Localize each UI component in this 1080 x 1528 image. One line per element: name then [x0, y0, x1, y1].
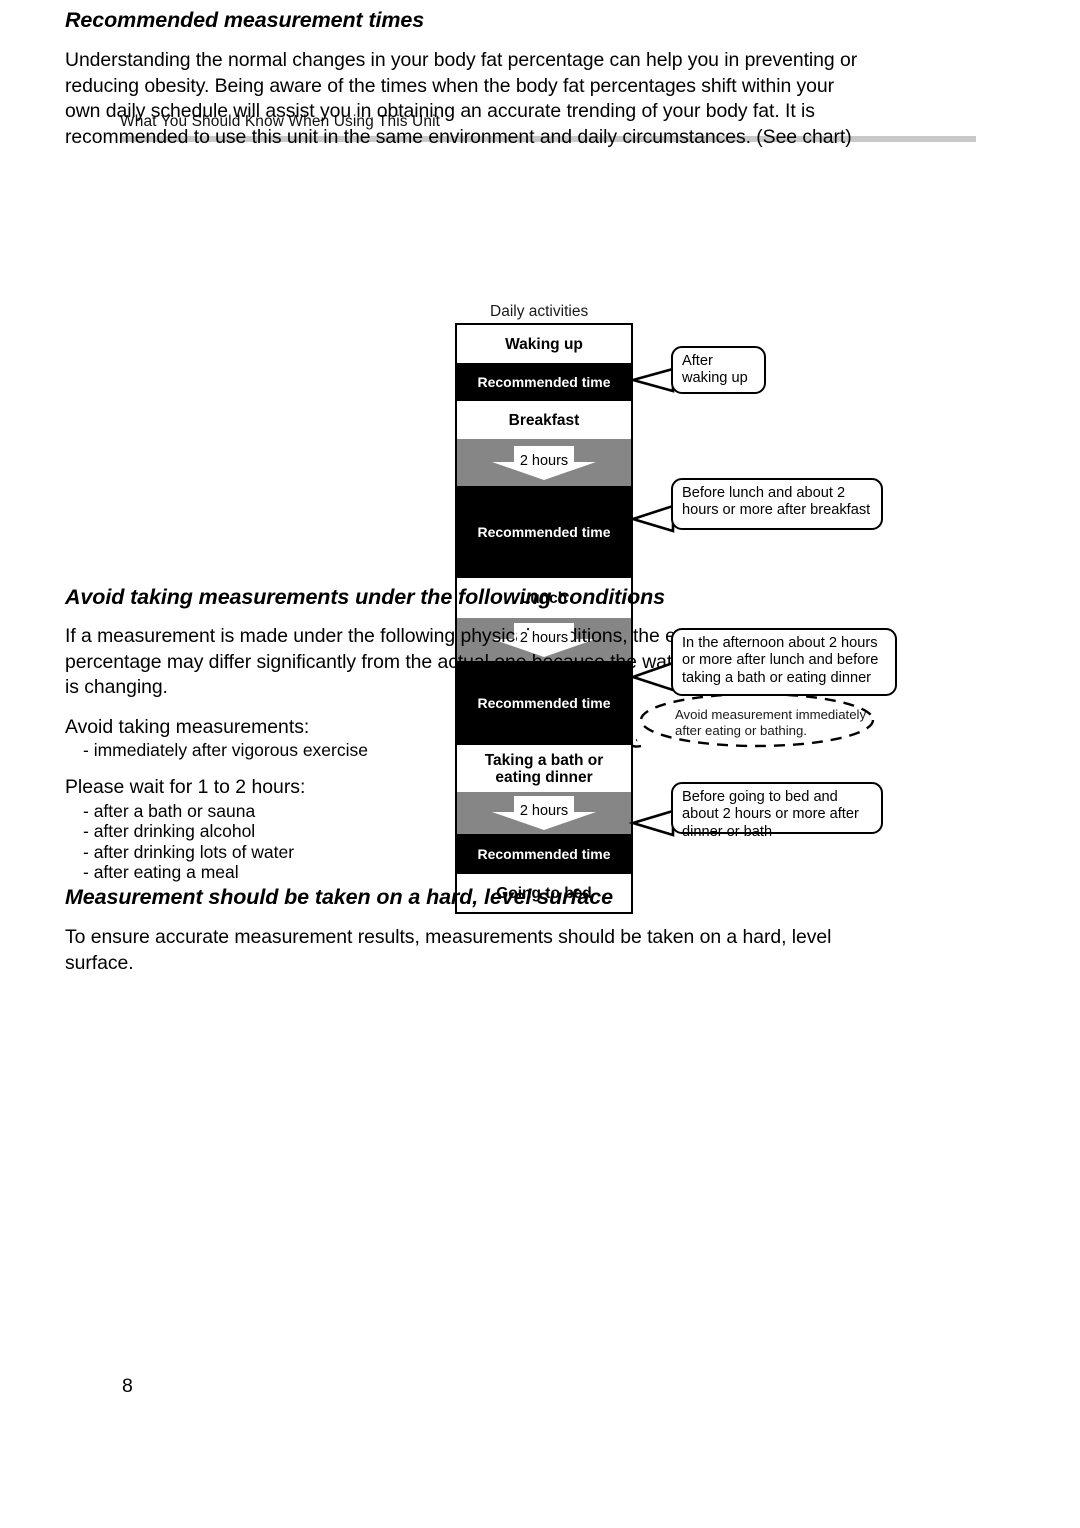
page-number: 8 [122, 1375, 133, 1397]
section-1-title: Recommended measurement times [65, 8, 425, 32]
list-item: after eating a meal [83, 862, 885, 883]
callout-after-waking-up: After waking up [671, 346, 766, 394]
callout-avoid-measurement-text: Avoid measurement immediately after eatin… [675, 707, 867, 738]
timeline-band-waking-up: Waking up [457, 325, 631, 363]
callout-afternoon: In the afternoon about 2 hours or more a… [671, 628, 897, 696]
timeline-band-breakfast: Breakfast [457, 401, 631, 439]
timeline-band-wait-1: 2 hours [457, 439, 631, 486]
timeline-band-recommended-2: Recommended time [457, 486, 631, 578]
section-3-title: Measurement should be taken on a hard, l… [65, 885, 614, 909]
callout-before-bed: Before going to bed and about 2 hours or… [671, 782, 883, 840]
section-hard-level-surface: Measurement should be taken on a hard, l… [65, 885, 885, 976]
section-recommended-measurement-times: Recommended measurement times Understand… [65, 8, 865, 150]
diagram-caption: Daily activities [490, 303, 589, 320]
wait-label-3: 2 hours [516, 803, 572, 821]
wait-label-1: 2 hours [516, 452, 572, 470]
section-3-paragraph: To ensure accurate measurement results, … [65, 926, 832, 974]
wait-label-2: 2 hours [516, 629, 572, 647]
callout-before-lunch: Before lunch and about 2 hours or more a… [671, 478, 883, 530]
timeline-band-recommended-1: Recommended time [457, 363, 631, 401]
section-1-paragraph: Understanding the normal changes in your… [65, 49, 858, 148]
